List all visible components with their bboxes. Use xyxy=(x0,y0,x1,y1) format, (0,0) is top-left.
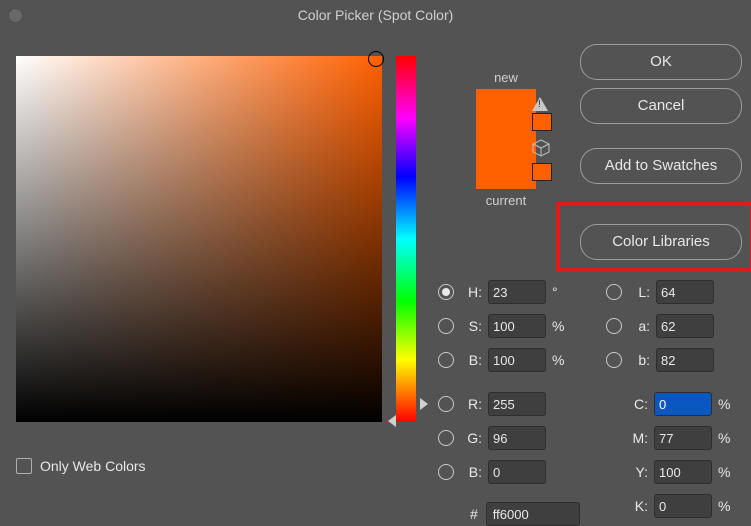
label-h: H: xyxy=(460,284,482,300)
field-s: S: % xyxy=(438,314,566,338)
radio-b-lab[interactable] xyxy=(606,352,622,368)
label-s: S: xyxy=(460,318,482,334)
cancel-button[interactable]: Cancel xyxy=(580,88,742,124)
window-close-dot[interactable] xyxy=(8,8,23,23)
content-pane: new current OK Cancel Add to Swatches Co… xyxy=(0,30,751,525)
color-field[interactable] xyxy=(16,56,382,422)
field-m: M: % xyxy=(626,426,732,450)
color-field-cursor[interactable] xyxy=(368,51,384,67)
field-a: a: xyxy=(606,314,714,338)
only-web-colors-checkbox[interactable] xyxy=(16,458,32,474)
unit-s: % xyxy=(552,318,566,334)
unit-k: % xyxy=(718,498,732,514)
field-k: K: % xyxy=(626,494,732,518)
only-web-colors-label: Only Web Colors xyxy=(40,458,146,474)
swatch-new-label: new xyxy=(446,70,566,85)
field-b-lab: b: xyxy=(606,348,714,372)
input-k[interactable] xyxy=(654,494,712,518)
label-b-lab: b: xyxy=(628,352,650,368)
radio-h[interactable] xyxy=(438,284,454,300)
label-y: Y: xyxy=(626,464,648,480)
radio-s[interactable] xyxy=(438,318,454,334)
swatch-current-label: current xyxy=(446,193,566,208)
swatch-current[interactable] xyxy=(476,139,536,189)
label-a: a: xyxy=(628,318,650,334)
field-arrow-icon xyxy=(388,415,396,427)
unit-b-hsb: % xyxy=(552,352,566,368)
unit-c: % xyxy=(718,396,732,412)
input-l[interactable] xyxy=(656,280,714,304)
radio-a[interactable] xyxy=(606,318,622,334)
unit-y: % xyxy=(718,464,732,480)
input-b-hsb[interactable] xyxy=(488,348,546,372)
input-hex[interactable] xyxy=(486,502,580,526)
label-c: C: xyxy=(626,396,648,412)
radio-b-hsb[interactable] xyxy=(438,352,454,368)
input-m[interactable] xyxy=(654,426,712,450)
swatch-box xyxy=(476,89,536,189)
input-c[interactable] xyxy=(654,392,712,416)
radio-g[interactable] xyxy=(438,430,454,446)
out-of-gamut-warning-icon[interactable] xyxy=(532,97,548,111)
label-b-rgb: B: xyxy=(460,464,482,480)
window-title: Color Picker (Spot Color) xyxy=(0,0,751,30)
label-b-hsb: B: xyxy=(460,352,482,368)
input-a[interactable] xyxy=(656,314,714,338)
unit-h: ° xyxy=(552,284,566,300)
input-b-lab[interactable] xyxy=(656,348,714,372)
field-b-hsb: B: % xyxy=(438,348,566,372)
radio-l[interactable] xyxy=(606,284,622,300)
unit-m: % xyxy=(718,430,732,446)
hue-slider-arrow-icon[interactable] xyxy=(420,398,428,410)
input-g[interactable] xyxy=(488,426,546,450)
ok-button[interactable]: OK xyxy=(580,44,742,80)
field-b-rgb: B: xyxy=(438,460,566,484)
not-web-safe-swatch[interactable] xyxy=(532,163,552,181)
input-h[interactable] xyxy=(488,280,546,304)
label-k: K: xyxy=(626,498,648,514)
field-r: R: xyxy=(438,392,566,416)
input-b-rgb[interactable] xyxy=(488,460,546,484)
radio-b-rgb[interactable] xyxy=(438,464,454,480)
input-y[interactable] xyxy=(654,460,712,484)
hue-slider[interactable] xyxy=(396,56,416,422)
out-of-gamut-swatch[interactable] xyxy=(532,113,552,131)
label-l: L: xyxy=(628,284,650,300)
hex-prefix: # xyxy=(470,506,478,522)
label-m: M: xyxy=(626,430,648,446)
input-s[interactable] xyxy=(488,314,546,338)
only-web-colors-row: Only Web Colors xyxy=(16,458,146,474)
color-picker-window: Color Picker (Spot Color) new current xyxy=(0,0,751,525)
input-r[interactable] xyxy=(488,392,546,416)
field-h: H: ° xyxy=(438,280,566,304)
label-g: G: xyxy=(460,430,482,446)
field-hex: # xyxy=(470,502,580,526)
field-y: Y: % xyxy=(626,460,732,484)
swatch-new[interactable] xyxy=(476,89,536,139)
field-l: L: xyxy=(606,280,714,304)
radio-r[interactable] xyxy=(438,396,454,412)
label-r: R: xyxy=(460,396,482,412)
add-to-swatches-button[interactable]: Add to Swatches xyxy=(580,148,742,184)
field-g: G: xyxy=(438,426,566,450)
not-web-safe-cube-icon[interactable] xyxy=(532,139,550,157)
color-libraries-button[interactable]: Color Libraries xyxy=(580,224,742,260)
field-c: C: % xyxy=(626,392,732,416)
